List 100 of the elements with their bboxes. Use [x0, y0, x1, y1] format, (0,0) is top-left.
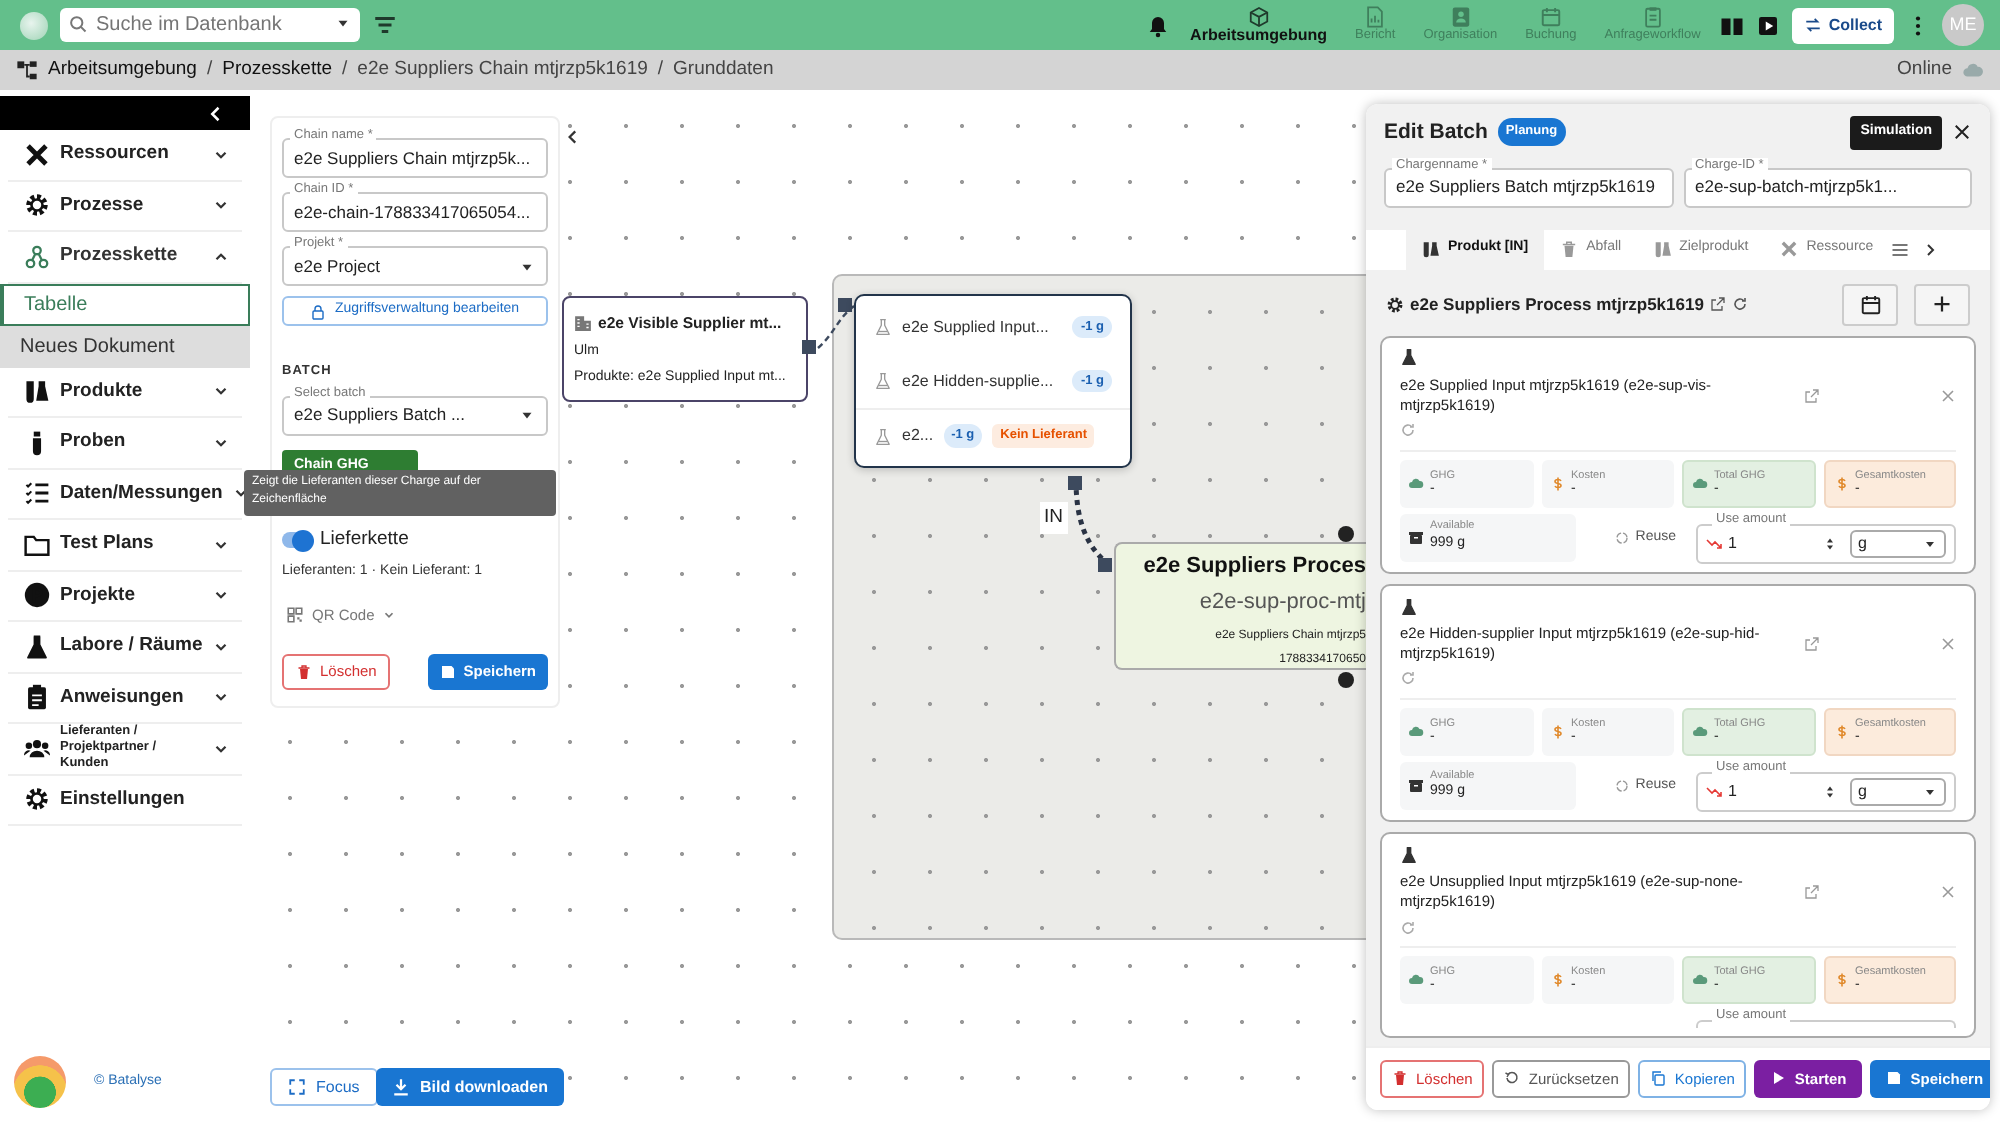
video-icon[interactable]	[1756, 13, 1781, 37]
external-link-icon[interactable]	[1804, 387, 1820, 404]
trend-icon	[1706, 784, 1722, 800]
loop-icon	[1613, 778, 1630, 794]
sidebar-item[interactable]: Projekte	[8, 571, 242, 622]
breadcrumb-link[interactable]: Prozesskette	[222, 55, 333, 85]
search-field[interactable]: Suche im Datenbank	[60, 8, 360, 42]
chevron-right-icon[interactable]	[1921, 241, 1938, 257]
toggle-switch[interactable]	[282, 532, 312, 549]
breadcrumb-link[interactable]: Grunddaten	[673, 55, 774, 85]
connection-handle[interactable]	[838, 298, 852, 312]
flask-icon	[1400, 348, 1418, 367]
trend-icon	[1706, 535, 1722, 552]
sidebar-subitem[interactable]: Tabelle	[0, 283, 250, 325]
floppy-icon	[439, 663, 456, 680]
external-link-icon[interactable]	[1804, 884, 1820, 901]
unit-select[interactable]: g	[1850, 529, 1946, 558]
connection-status: Online	[1897, 55, 1952, 84]
node-id: e2e-sup-proc-mtj	[1197, 587, 1366, 617]
collect-button[interactable]: Collect	[1792, 7, 1894, 43]
download-button[interactable]: Bild downloaden	[376, 1068, 564, 1106]
connection-handle[interactable]	[1068, 476, 1082, 490]
cloud-icon	[1408, 972, 1424, 989]
swap-icon	[1804, 16, 1823, 34]
copy-icon	[1650, 1070, 1667, 1087]
connection-handle[interactable]	[802, 340, 816, 354]
flask-icon	[874, 372, 892, 390]
breadcrumb-link[interactable]: e2e Suppliers Chain mtjrzp5k1619	[357, 55, 648, 85]
dollar-icon	[1549, 724, 1565, 740]
cube-icon	[1247, 5, 1270, 28]
gear-icon	[24, 786, 50, 813]
sidebar-subitem[interactable]: Neues Dokument	[0, 325, 250, 367]
bell-icon[interactable]	[1146, 13, 1171, 37]
checklist-icon	[24, 480, 50, 507]
spinner-icon[interactable]	[1822, 784, 1838, 800]
menu-icon[interactable]	[1889, 239, 1910, 259]
close-icon[interactable]	[1952, 122, 1972, 143]
external-link-icon[interactable]	[1709, 296, 1726, 312]
chevron-left-icon[interactable]	[564, 128, 582, 146]
cloud-icon	[1408, 475, 1424, 492]
dollar-icon	[1549, 972, 1565, 989]
tools-icon	[24, 141, 50, 168]
cloud-icon	[1692, 972, 1708, 989]
connection-handle[interactable]	[1098, 558, 1112, 572]
breadcrumb-link[interactable]: Arbeitsumgebung	[48, 55, 197, 85]
floppy-icon	[1886, 1070, 1903, 1087]
cloud-icon	[1408, 724, 1424, 740]
sidebar-item[interactable]: Anweisungen	[8, 673, 242, 724]
breadcrumb-separator: /	[657, 55, 664, 84]
flask-icon	[1400, 597, 1418, 616]
spinner-icon[interactable]	[1822, 535, 1838, 552]
flask-icon	[874, 427, 892, 445]
flask-icon	[874, 318, 892, 336]
sidebar-item[interactable]: Prozesse	[8, 181, 242, 232]
sidebar-item[interactable]: Einstellungen	[8, 775, 242, 826]
input-name: e2e Hidden-supplie...	[902, 369, 1056, 393]
filter-icon[interactable]	[372, 12, 398, 38]
toggle-label: Lieferkette	[320, 526, 409, 555]
nodes-icon	[24, 243, 50, 270]
download-icon	[392, 1078, 410, 1096]
edge	[817, 305, 855, 349]
chevron-icon	[382, 608, 397, 623]
sidebar-item[interactable]: Test Plans	[8, 520, 242, 571]
undo-icon	[1504, 1070, 1521, 1087]
external-link-icon[interactable]	[1804, 635, 1820, 652]
lock-icon	[310, 303, 327, 319]
calendar-button[interactable]	[1842, 283, 1898, 325]
island-logo	[14, 1056, 66, 1108]
panel-title: Edit Batch	[1384, 119, 1488, 146]
people-icon	[24, 735, 50, 762]
input-name: e2...	[902, 424, 934, 448]
trash-icon	[1392, 1070, 1408, 1087]
plus-icon	[1932, 294, 1952, 314]
focus-icon	[288, 1078, 306, 1096]
unit-select[interactable]: g	[1850, 778, 1946, 806]
id-card-icon	[1449, 6, 1472, 29]
play-icon	[1770, 1070, 1787, 1087]
report-icon	[1364, 6, 1387, 29]
search-icon	[68, 14, 88, 34]
building-icon	[574, 314, 592, 333]
archive-icon	[1408, 778, 1424, 794]
flask-icon	[1400, 845, 1418, 864]
clipboard-icon	[24, 684, 50, 711]
archive-icon	[1408, 529, 1424, 546]
trash-icon	[296, 663, 312, 680]
breadcrumb-separator: /	[206, 55, 213, 84]
sidebar-item[interactable]: Produkte	[8, 367, 242, 418]
sidebar-item[interactable]: Ressourcen	[8, 130, 242, 181]
app-logo	[20, 11, 48, 39]
refresh-icon[interactable]	[1731, 296, 1748, 312]
cloud-icon	[1962, 59, 1984, 81]
breadcrumb-separator: /	[342, 55, 348, 84]
nav-tab[interactable]: Arbeitsumgebung	[1182, 5, 1335, 45]
clipboard-icon	[1641, 6, 1664, 29]
sidebar-item[interactable]: Proben	[8, 418, 242, 469]
sitemap-icon	[16, 59, 38, 81]
folder-icon	[24, 531, 50, 558]
sidebar-item[interactable]: Labore / Räume	[8, 622, 242, 673]
focus-button[interactable]: Focus	[270, 1068, 378, 1106]
add-button[interactable]	[1914, 283, 1970, 325]
